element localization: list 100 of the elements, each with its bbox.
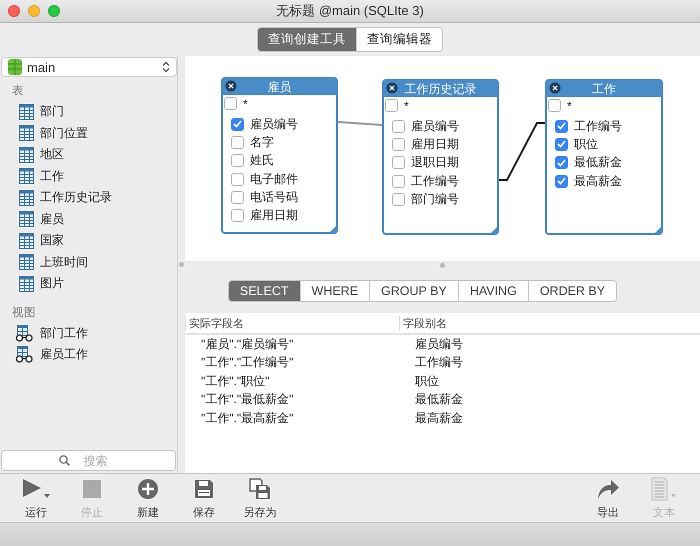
table-icon (19, 146, 34, 163)
sidebar-item[interactable]: 雇员 (40, 210, 64, 228)
field-name: 电子邮件 (250, 170, 298, 188)
sidebar-item[interactable]: 部门 (40, 103, 64, 120)
checkbox[interactable] (385, 99, 398, 112)
stepper-icon (162, 61, 170, 73)
resize-handle-icon[interactable] (655, 227, 661, 233)
table-cell-text: 最低薪金 (414, 391, 464, 408)
table-icon (19, 125, 34, 142)
section-heading: 视图 (11, 306, 37, 320)
table-cell-text: "工作"."职位" (200, 372, 270, 390)
checkbox[interactable] (231, 209, 244, 222)
sidebar-item[interactable]: 图片 (40, 275, 64, 292)
minimize-button[interactable] (28, 5, 40, 17)
resize-handle-icon[interactable] (491, 227, 497, 233)
field-name: 工作编号 (411, 172, 459, 190)
toolbar-button[interactable]: 另存为 (232, 476, 288, 520)
field-name: 电话号码 (250, 188, 298, 206)
clause-tab[interactable]: ORDER BY (528, 281, 616, 301)
toolbar-button[interactable]: 新建 (120, 476, 176, 520)
field-name: 雇员编号 (250, 116, 298, 133)
checkbox[interactable] (555, 138, 568, 151)
document-icon (651, 476, 677, 500)
table-title: 雇员 (268, 78, 292, 96)
column-header[interactable]: 实际字段名 (185, 316, 399, 330)
column-header[interactable]: 字段别名 (399, 316, 700, 330)
sidebar-item[interactable]: 地区 (40, 146, 64, 164)
stop-icon (82, 478, 102, 498)
table-cell-text: 雇员编号 (414, 336, 464, 353)
field-name: 雇用日期 (250, 207, 298, 224)
table-icon (19, 276, 34, 292)
table-icon (19, 211, 34, 228)
field-name: 名字 (250, 134, 274, 151)
toolbar-button[interactable]: 运行 (8, 476, 64, 520)
field-name: * (404, 99, 409, 113)
field-name: * (243, 97, 248, 111)
field-name: 职位 (574, 136, 598, 153)
checkbox[interactable] (392, 120, 405, 133)
field-name: 工作编号 (574, 118, 622, 135)
field-name: 雇员编号 (411, 118, 459, 135)
checkbox[interactable] (555, 156, 568, 170)
curved-arrow-icon (596, 478, 620, 500)
sidebar-item[interactable]: 工作历史记录 (40, 189, 112, 206)
sidebar-item[interactable]: 部门位置 (40, 124, 88, 142)
checkbox[interactable] (231, 136, 244, 149)
sidebar-item[interactable]: 雇员工作 (40, 346, 88, 364)
search-field[interactable]: 搜索 (1, 450, 176, 471)
checkbox[interactable] (231, 118, 244, 131)
field-name: 最低薪金 (574, 154, 622, 172)
checkbox[interactable] (392, 138, 405, 151)
close-icon[interactable] (549, 82, 561, 94)
table-icon (19, 168, 34, 184)
window-title: 无标题 @main (SQLIte 3) (276, 2, 424, 20)
table-icon (19, 254, 34, 270)
table-cell-text: "工作"."工作编号" (200, 354, 294, 372)
table-cell-text: 工作编号 (414, 354, 464, 372)
field-name: 部门编号 (411, 190, 459, 208)
resize-handle-icon[interactable] (330, 226, 336, 232)
checkbox[interactable] (231, 190, 244, 204)
checkbox[interactable] (548, 99, 561, 112)
close-icon[interactable] (225, 80, 237, 92)
view-icon (15, 324, 34, 342)
field-name: 退职日期 (411, 154, 459, 172)
field-name: 最高薪金 (574, 172, 622, 190)
sidebar-item[interactable]: 工作 (40, 168, 64, 185)
toolbar-button[interactable]: 导出 (580, 476, 636, 520)
toolbar-button[interactable]: 保存 (176, 476, 232, 520)
checkbox[interactable] (392, 174, 405, 188)
checkbox[interactable] (231, 154, 244, 168)
sidebar-item[interactable]: 上班时间 (40, 254, 88, 271)
sidebar-item[interactable]: 国家 (40, 232, 64, 250)
field-name: 姓氏 (250, 152, 274, 170)
mode-tab[interactable]: 查询编辑器 (356, 28, 442, 51)
field-name: * (567, 99, 572, 113)
floppy-disks-icon (249, 478, 271, 500)
zoom-button[interactable] (48, 5, 60, 17)
checkbox[interactable] (392, 192, 405, 206)
mode-tab[interactable]: 查询创建工具 (258, 28, 356, 51)
table-cell-text: 最高薪金 (414, 410, 464, 427)
checkbox[interactable] (224, 97, 237, 110)
checkbox[interactable] (392, 156, 405, 170)
close-icon[interactable] (386, 82, 398, 94)
play-icon (21, 476, 51, 500)
database-icon (8, 59, 22, 75)
database-selector[interactable]: main (1, 57, 177, 77)
checkbox[interactable] (231, 172, 244, 186)
table-cell-text: "雇员"."雇员编号" (200, 336, 294, 353)
search-icon (59, 455, 70, 466)
close-button[interactable] (8, 5, 20, 17)
sidebar-item[interactable]: 部门工作 (40, 324, 88, 342)
table-title: 工作 (592, 80, 616, 98)
clause-tab[interactable]: SELECT (228, 281, 300, 301)
table-cell-text: "工作"."最低薪金" (200, 391, 294, 408)
table-cell-text: 职位 (414, 372, 440, 390)
checkbox[interactable] (555, 174, 568, 188)
checkbox[interactable] (555, 120, 568, 133)
table-icon (19, 190, 34, 206)
plus-icon (137, 478, 159, 500)
table-icon (19, 232, 34, 249)
table-cell-text: "工作"."最高薪金" (200, 410, 294, 427)
